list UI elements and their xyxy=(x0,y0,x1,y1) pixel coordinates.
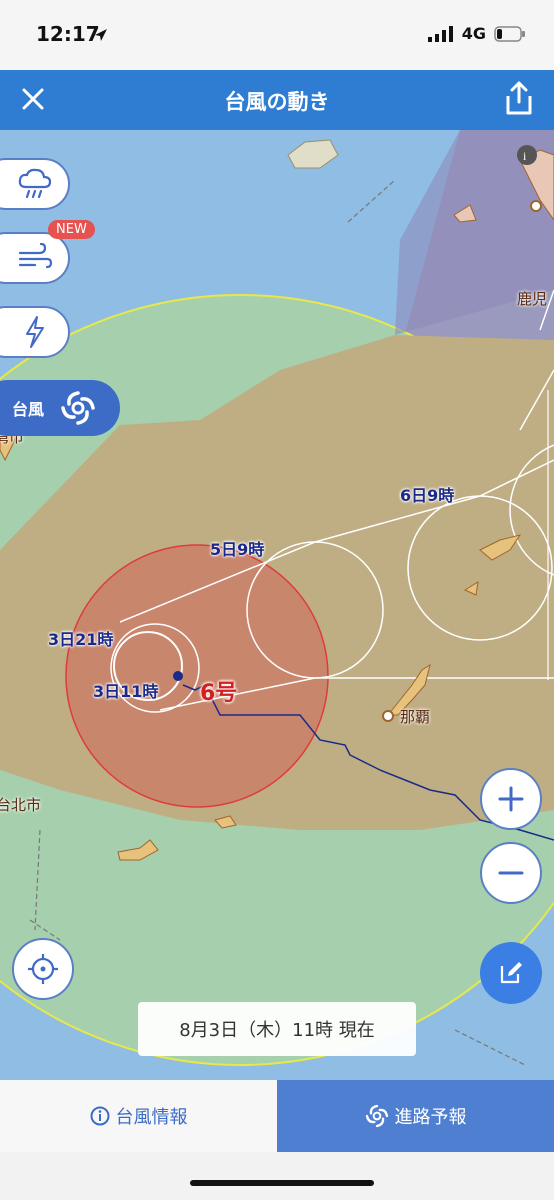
edit-icon xyxy=(500,962,522,984)
network-type: 4G xyxy=(461,24,486,43)
tab-bar: 台風情報 進路予報 xyxy=(0,1080,554,1152)
minus-icon xyxy=(498,871,524,875)
lightning-icon xyxy=(26,316,44,348)
typhoon-map[interactable]: i 5日9時 6日9時 3日21時 3日11時 6号 那覇 鹿児 台北市 湾市 … xyxy=(0,130,554,1080)
forecast-label-3d11h: 3日11時 xyxy=(93,682,159,701)
page-title: 台風の動き xyxy=(224,90,330,114)
status-bar: 12:17 4G xyxy=(0,0,554,70)
map-canvas: i xyxy=(0,130,554,1066)
crosshair-icon xyxy=(28,954,58,984)
status-time: 12:17 xyxy=(36,22,100,46)
signal-icon xyxy=(427,25,453,42)
tab-typhoon-info-label: 台風情報 xyxy=(115,1107,188,1128)
locate-button[interactable] xyxy=(12,938,74,1000)
tab-route-forecast[interactable]: 進路予報 xyxy=(277,1080,554,1152)
place-naha: 那覇 xyxy=(400,708,431,726)
typhoon-icon xyxy=(365,1104,388,1128)
forecast-label-3d21h: 3日21時 xyxy=(48,630,114,649)
place-taipei: 台北市 xyxy=(0,796,42,814)
zoom-out-button[interactable] xyxy=(480,842,542,904)
place-kagoshima: 鹿児 xyxy=(517,290,548,308)
zoom-in-button[interactable] xyxy=(480,768,542,830)
share-icon[interactable] xyxy=(504,80,534,116)
wind-layer-button[interactable] xyxy=(0,232,70,284)
edit-button[interactable] xyxy=(480,942,542,1004)
nav-bar: 台風の動き xyxy=(0,70,554,130)
home-indicator xyxy=(190,1180,374,1186)
new-badge: NEW xyxy=(48,220,95,239)
forecast-label-6d9h: 6日9時 xyxy=(400,486,455,505)
typhoon-layer-button[interactable]: 台風 xyxy=(0,380,120,436)
tab-route-forecast-label: 進路予報 xyxy=(394,1107,467,1128)
location-arrow-icon xyxy=(95,29,107,41)
rain-cloud-icon xyxy=(18,168,52,199)
timestamp-box: 8月3日（木）11時 現在 xyxy=(138,1002,416,1056)
typhoon-number: 6号 xyxy=(200,681,238,706)
timestamp-text: 8月3日（木）11時 現在 xyxy=(179,1020,375,1041)
rain-layer-button[interactable] xyxy=(0,158,70,210)
info-icon xyxy=(90,1106,109,1126)
tab-typhoon-info[interactable]: 台風情報 xyxy=(0,1080,277,1152)
forecast-label-5d9h: 5日9時 xyxy=(210,540,265,559)
wind-icon xyxy=(18,243,53,269)
plus-icon xyxy=(498,786,524,812)
lightning-layer-button[interactable] xyxy=(0,306,70,358)
typhoon-icon xyxy=(61,391,95,425)
status-indicators: 4G xyxy=(427,24,526,43)
battery-icon xyxy=(494,25,525,42)
typhoon-layer-label: 台風 xyxy=(12,400,45,419)
